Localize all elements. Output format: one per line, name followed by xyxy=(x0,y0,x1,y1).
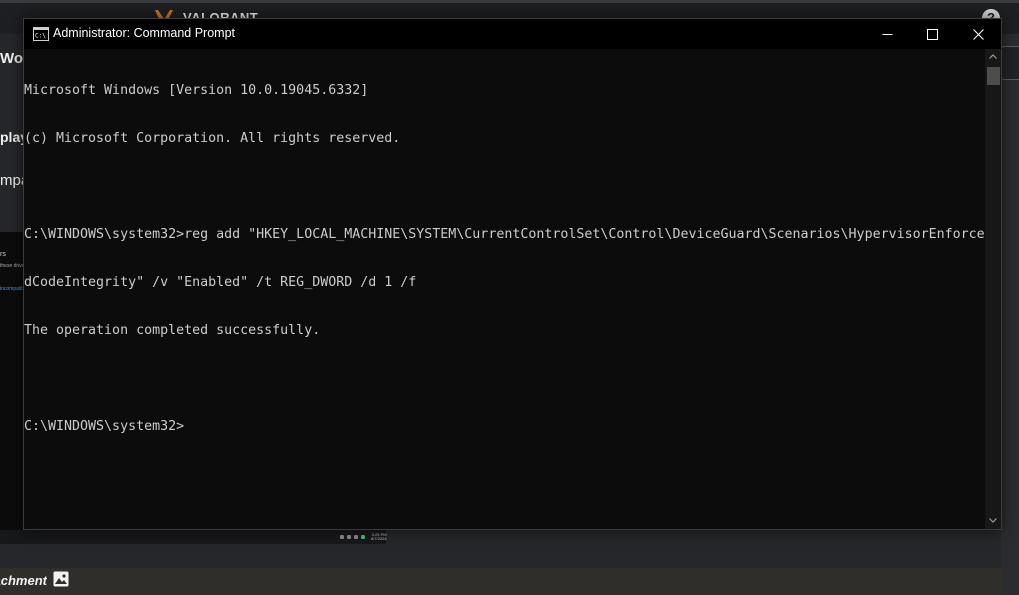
tray-icon xyxy=(354,535,358,539)
tray-icon xyxy=(347,535,351,539)
minimize-icon xyxy=(882,33,892,35)
close-button[interactable] xyxy=(955,19,1001,49)
background-heading-fragment: play xyxy=(0,129,24,145)
tray-date: 8/7/2024 xyxy=(371,536,387,541)
background-heading-fragment: Won' xyxy=(0,50,24,67)
console-line: (c) Microsoft Corporation. All rights re… xyxy=(24,131,401,146)
cmd-icon: C:\ xyxy=(33,27,49,41)
console-prompt[interactable]: C:\WINDOWS\system32> xyxy=(24,419,985,435)
background-embedded-screenshot xyxy=(0,232,24,530)
tray-icon xyxy=(361,535,365,539)
scrollbar-thumb[interactable] xyxy=(987,67,1000,85)
command-prompt-window[interactable]: C:\ Administrator: Command Prompt Micros… xyxy=(23,18,1002,530)
maximize-button[interactable] xyxy=(909,19,955,49)
background-right-strip xyxy=(1001,34,1019,595)
attachment-label[interactable]: Attachment xyxy=(0,573,47,588)
background-top-accent xyxy=(0,0,1019,3)
tray-clock: 3:25 PM 8/7/2024 xyxy=(371,533,387,541)
scroll-down-icon[interactable] xyxy=(988,515,998,525)
window-titlebar[interactable]: C:\ Administrator: Command Prompt xyxy=(24,19,1001,49)
close-icon xyxy=(972,28,984,40)
console-line: dCodeIntegrity" /v "Enabled" /t REG_DWOR… xyxy=(24,275,417,290)
screenshot-system-tray: 3:25 PM 8/7/2024 xyxy=(340,532,387,542)
background-heading-fragment: mpat xyxy=(0,172,24,189)
image-icon[interactable] xyxy=(53,571,69,587)
console-line: Microsoft Windows [Version 10.0.19045.63… xyxy=(24,83,369,98)
minimize-button[interactable] xyxy=(864,19,910,49)
console-output[interactable]: Microsoft Windows [Version 10.0.19045.63… xyxy=(24,49,985,529)
vertical-scrollbar[interactable] xyxy=(985,49,1001,529)
tray-icon xyxy=(340,535,344,539)
attachment-bar xyxy=(0,568,1003,595)
screenshot-taskbar xyxy=(0,530,386,544)
maximize-icon xyxy=(926,28,938,40)
attachment-label-text: Attachment xyxy=(0,573,47,588)
console-line: The operation completed successfully. xyxy=(24,323,321,338)
screenshot-text: these drivers xyxy=(0,263,24,269)
screenshot-text: rs xyxy=(0,251,6,258)
background-right-field[interactable] xyxy=(1000,46,1019,80)
console-line: C:\WINDOWS\system32>reg add "HKEY_LOCAL_… xyxy=(24,227,985,242)
scroll-up-icon[interactable] xyxy=(988,52,998,62)
screenshot-link: incompatible xyxy=(0,286,24,292)
window-title: Administrator: Command Prompt xyxy=(53,26,236,40)
svg-text:C:\: C:\ xyxy=(35,33,46,40)
